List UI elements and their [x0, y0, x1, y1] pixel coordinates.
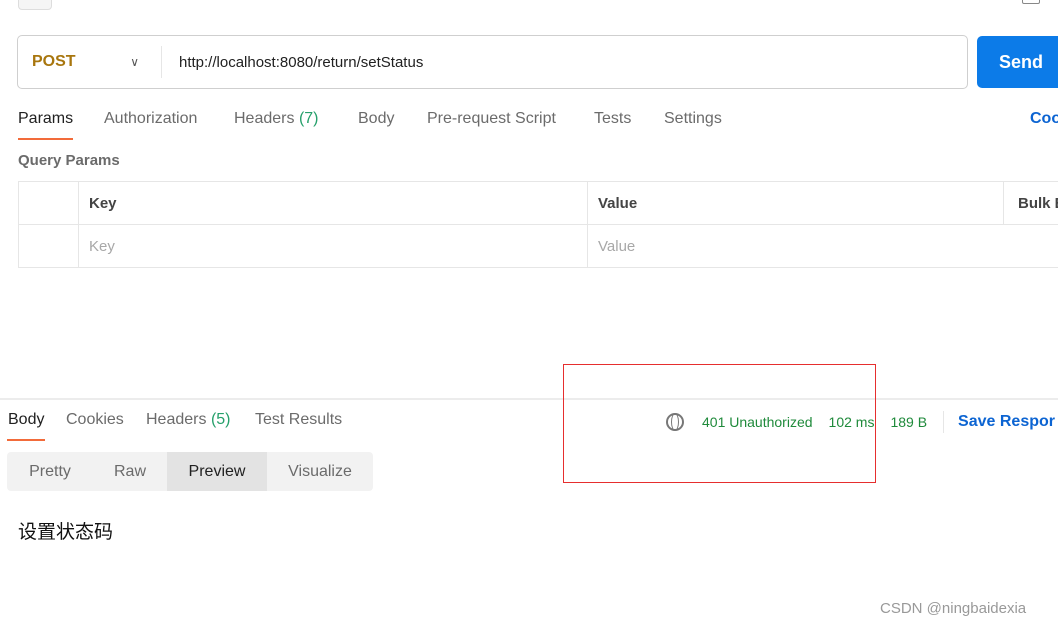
- column-header-key: Key: [89, 194, 117, 212]
- highlight-box: [563, 364, 876, 483]
- divider: [943, 411, 945, 433]
- tab-params[interactable]: Params: [18, 110, 73, 128]
- value-input[interactable]: Value: [588, 225, 635, 268]
- tab-authorization[interactable]: Authorization: [104, 110, 197, 128]
- code-link[interactable]: Coo: [1030, 110, 1058, 128]
- url-bar: POST ∨ http://localhost:8080/return/setSt…: [17, 35, 968, 89]
- divider: [0, 398, 1058, 400]
- response-tab-test-results[interactable]: Test Results: [255, 411, 342, 429]
- url-input[interactable]: http://localhost:8080/return/setStatus: [162, 54, 423, 71]
- tab-label: Headers: [146, 411, 207, 428]
- key-input[interactable]: Key: [79, 225, 115, 268]
- column-header-value: Value: [598, 194, 638, 212]
- tab-body[interactable]: Body: [358, 110, 394, 128]
- count-badge: (5): [210, 411, 231, 428]
- tab-label: Headers: [234, 110, 295, 127]
- back-icon[interactable]: [18, 0, 52, 10]
- format-pretty[interactable]: Pretty: [7, 452, 93, 491]
- response-tab-body[interactable]: Body: [8, 411, 44, 429]
- response-tab-cookies[interactable]: Cookies: [66, 411, 124, 429]
- tab-tests[interactable]: Tests: [594, 110, 631, 128]
- tab-pre-request-script[interactable]: Pre-request Script: [427, 110, 556, 128]
- active-tab-indicator: [7, 439, 45, 441]
- tab-settings[interactable]: Settings: [664, 110, 722, 128]
- window-icon[interactable]: [1022, 0, 1040, 4]
- format-raw[interactable]: Raw: [93, 452, 167, 491]
- query-params-table: Key Value Bulk E Key Value: [18, 181, 1058, 268]
- chevron-down-icon: ∨: [130, 55, 139, 69]
- tab-headers[interactable]: Headers (7): [234, 110, 319, 128]
- send-button[interactable]: Send: [977, 36, 1058, 88]
- active-tab-indicator: [18, 138, 73, 140]
- query-params-title: Query Params: [18, 152, 120, 169]
- method-label: POST: [32, 53, 76, 70]
- count-badge: (7): [298, 110, 319, 127]
- format-visualize[interactable]: Visualize: [267, 452, 373, 491]
- bulk-edit-link[interactable]: Bulk E: [1008, 182, 1058, 224]
- response-size[interactable]: 189 B: [890, 414, 927, 430]
- response-tab-headers[interactable]: Headers (5): [146, 411, 231, 429]
- response-preview: 设置状态码: [18, 522, 114, 543]
- format-selector: Pretty Raw Preview Visualize: [7, 452, 373, 491]
- method-select[interactable]: POST ∨: [18, 46, 162, 78]
- save-response-button[interactable]: Save Respor: [958, 413, 1055, 431]
- watermark: CSDN @ningbaidexia: [880, 600, 1027, 617]
- format-preview[interactable]: Preview: [167, 452, 267, 491]
